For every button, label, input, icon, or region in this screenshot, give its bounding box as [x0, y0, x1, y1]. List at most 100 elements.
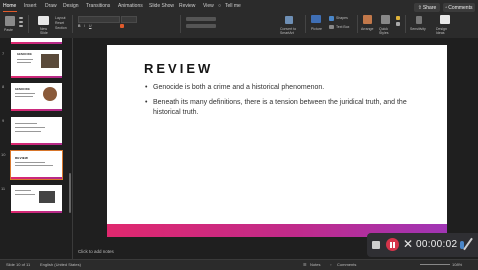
- copy-icon[interactable]: [19, 21, 23, 23]
- thumbnail-accent-bar: [11, 42, 62, 44]
- ribbon-divider: [180, 15, 181, 33]
- picture-label: Picture: [311, 27, 322, 31]
- thumbnail-text-line: [15, 162, 45, 163]
- tab-slide-show[interactable]: Slide Show: [149, 3, 174, 9]
- new-slide-label: New Slide: [40, 27, 48, 35]
- tab-design[interactable]: Design: [63, 3, 79, 9]
- notes-toggle[interactable]: Notes: [310, 262, 320, 267]
- font-name-box[interactable]: [78, 16, 120, 23]
- comment-icon: ▫: [445, 4, 448, 11]
- design-ideas-icon[interactable]: [440, 15, 450, 24]
- slide-title[interactable]: REVIEW: [144, 61, 213, 76]
- format-painter-icon[interactable]: [19, 25, 23, 27]
- slide-counter: Slide 10 of 11: [6, 262, 31, 267]
- recording-toolbar: ✕ 00:00:02: [367, 233, 478, 257]
- align-text-icon[interactable]: [186, 24, 216, 28]
- bullet-text: Beneath its many definitions, there is a…: [153, 99, 407, 116]
- reset-button[interactable]: Reset: [55, 21, 64, 25]
- slide-number: 8: [2, 84, 5, 89]
- thumbnail-photo: [41, 54, 59, 68]
- thumbnail-text-line: [15, 93, 35, 94]
- shape-fill-icon[interactable]: [396, 16, 400, 20]
- bullet-item[interactable]: • Genocide is both a crime and a histori…: [145, 83, 425, 93]
- convert-smartart-label: Convert to SmartArt: [280, 27, 297, 35]
- share-icon: ⇧: [417, 4, 422, 11]
- new-slide-icon[interactable]: [38, 16, 49, 25]
- underline-button[interactable]: U: [89, 24, 92, 28]
- sensitivity-icon[interactable]: [416, 16, 422, 24]
- ribbon: Paste New Slide Layout Reset Section B I…: [0, 13, 478, 39]
- arrange-icon[interactable]: [363, 15, 372, 24]
- thumbnail-text-line: [15, 123, 37, 124]
- bullet-dot: •: [145, 84, 148, 91]
- comments-button[interactable]: ▫ Comments: [443, 3, 475, 12]
- tab-home[interactable]: Home: [3, 3, 16, 9]
- close-icon[interactable]: ✕: [403, 237, 413, 251]
- pen-icon[interactable]: [463, 237, 473, 251]
- slide-thumbnail-panel: 7 GENOCIDE 8 GENOCIDE 9 10 REVIEW 11: [0, 38, 73, 259]
- font-size-box[interactable]: [121, 16, 137, 23]
- pause-icon: [393, 241, 395, 248]
- stop-icon[interactable]: [372, 241, 380, 249]
- bullet-text: Genocide is both a crime and a historica…: [153, 84, 325, 91]
- smartart-icon[interactable]: [285, 16, 293, 24]
- zoom-slider[interactable]: [420, 264, 450, 265]
- bullet-item[interactable]: • Beneath its many definitions, there is…: [145, 98, 425, 118]
- shapes-icon[interactable]: [329, 16, 334, 21]
- italic-button[interactable]: I: [84, 24, 85, 28]
- picture-icon[interactable]: [311, 15, 321, 23]
- thumbnail-text-line: [15, 131, 41, 132]
- tab-transitions[interactable]: Transitions: [86, 3, 110, 9]
- status-bar: Slide 10 of 11 English (United States) ☰…: [0, 259, 478, 270]
- slide-thumbnail[interactable]: GENOCIDE: [11, 50, 62, 78]
- text-box-button[interactable]: Text Box: [336, 25, 349, 29]
- slide-thumbnail-selected[interactable]: REVIEW: [10, 150, 63, 180]
- cut-icon[interactable]: [19, 17, 23, 19]
- quick-styles-label: Quick Styles: [379, 27, 389, 35]
- thumbnail-text-line: [17, 59, 33, 60]
- slide-thumbnail[interactable]: [11, 185, 62, 213]
- shape-outline-icon[interactable]: [396, 22, 400, 26]
- notes-placeholder: Click to add notes: [78, 249, 114, 254]
- shapes-button[interactable]: Shapes: [336, 16, 348, 20]
- thumbnail-title: GENOCIDE: [17, 53, 32, 56]
- tab-review[interactable]: Review: [179, 3, 195, 9]
- bullet-dot: •: [145, 99, 148, 106]
- ribbon-divider: [357, 15, 358, 33]
- layout-button[interactable]: Layout: [55, 16, 66, 20]
- tab-animations[interactable]: Animations: [118, 3, 143, 9]
- bullet-list-icon[interactable]: [186, 17, 216, 21]
- slide[interactable]: REVIEW • Genocide is both a crime and a …: [107, 45, 447, 237]
- bold-button[interactable]: B: [78, 24, 81, 28]
- share-label: Share: [422, 4, 437, 11]
- thumbnail-text-line: [15, 127, 45, 128]
- slide-thumbnail[interactable]: GENOCIDE: [11, 83, 62, 111]
- slide-thumbnail[interactable]: [11, 117, 62, 145]
- zoom-level[interactable]: 108%: [452, 262, 462, 267]
- slide-thumbnail[interactable]: [11, 38, 62, 44]
- textbox-icon[interactable]: [329, 25, 334, 29]
- arrange-label: Arrange: [361, 27, 374, 31]
- tab-view[interactable]: View: [203, 3, 214, 9]
- thumbnail-text-line: [17, 62, 31, 63]
- section-button[interactable]: Section: [55, 26, 67, 30]
- share-button[interactable]: ⇧ Share: [414, 3, 440, 12]
- thumbnail-accent-bar: [11, 177, 62, 179]
- thumbnail-accent-bar: [11, 143, 62, 145]
- thumbnail-accent-bar: [11, 76, 62, 78]
- thumbnail-title: GENOCIDE: [15, 88, 30, 91]
- tell-me-field[interactable]: Tell me: [225, 3, 241, 9]
- comments-toggle[interactable]: Comments: [337, 262, 356, 267]
- slide-number: 9: [2, 118, 5, 123]
- slide-number: 11: [1, 186, 6, 191]
- tab-insert[interactable]: Insert: [24, 3, 37, 9]
- language-status[interactable]: English (United States): [40, 262, 81, 267]
- thumbnail-scrollbar[interactable]: [69, 173, 71, 213]
- quick-styles-icon[interactable]: [381, 15, 390, 24]
- tab-draw[interactable]: Draw: [45, 3, 57, 9]
- paste-icon[interactable]: [5, 16, 15, 26]
- pause-recording-button[interactable]: [386, 238, 399, 251]
- notes-icon: ☰: [303, 262, 307, 267]
- thumbnail-text-line: [15, 96, 33, 97]
- font-color-icon[interactable]: [120, 24, 124, 28]
